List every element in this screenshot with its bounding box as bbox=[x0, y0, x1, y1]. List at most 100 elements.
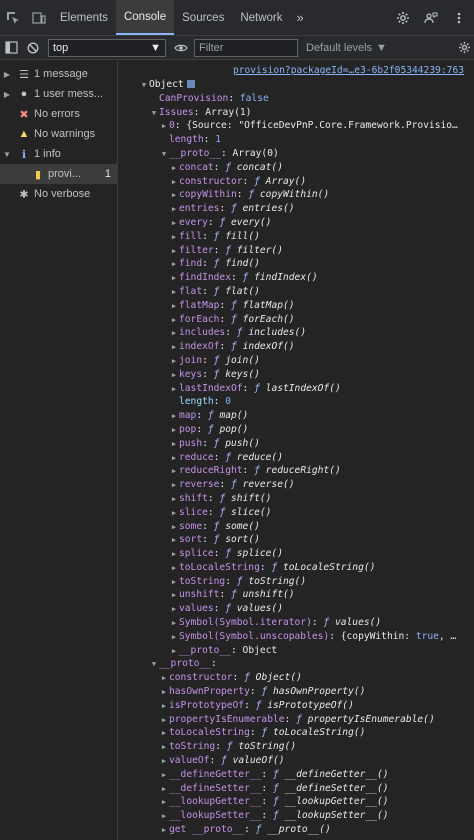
method-row[interactable]: ▶ hasOwnProperty: ƒ hasOwnProperty() bbox=[119, 685, 474, 699]
tab-sources[interactable]: Sources bbox=[174, 0, 232, 35]
method-row[interactable]: ▶ shift: ƒ shift() bbox=[119, 492, 474, 506]
sidebar-item-provision-file[interactable]: ▮ provi... 1 bbox=[0, 164, 117, 184]
expand-arrow-icon[interactable]: ▶ bbox=[159, 672, 169, 686]
method-row[interactable]: ▶ toString: ƒ toString() bbox=[119, 740, 474, 754]
expand-arrow-icon[interactable]: ▶ bbox=[169, 231, 179, 245]
more-options-icon[interactable] bbox=[448, 7, 470, 29]
method-row[interactable]: ▶ valueOf: ƒ valueOf() bbox=[119, 754, 474, 768]
method-row[interactable]: ▶ join: ƒ join() bbox=[119, 354, 474, 368]
method-row[interactable]: ▶ sort: ƒ sort() bbox=[119, 533, 474, 547]
sidebar-toggle-icon[interactable] bbox=[0, 37, 22, 59]
method-row[interactable]: ▶ Symbol(Symbol.iterator): ƒ values() bbox=[119, 616, 474, 630]
expand-arrow-icon[interactable]: ▶ bbox=[169, 176, 179, 190]
method-row[interactable]: ▶ __defineSetter__: ƒ __defineSetter__() bbox=[119, 782, 474, 796]
context-select[interactable]: top ▼ bbox=[48, 38, 166, 57]
expand-arrow-icon[interactable]: ▶ bbox=[169, 424, 179, 438]
tab-elements[interactable]: Elements bbox=[52, 0, 116, 35]
sidebar-item-verbose[interactable]: ✱ No verbose bbox=[0, 184, 117, 204]
source-link[interactable]: provision?packageId=…e3-6b2f05344239:763 bbox=[233, 65, 464, 76]
expand-arrow-icon[interactable]: ▶ bbox=[169, 438, 179, 452]
method-row[interactable]: ▶ reduceRight: ƒ reduceRight() bbox=[119, 464, 474, 478]
inspect-element-icon[interactable] bbox=[0, 0, 26, 35]
expand-arrow-icon[interactable]: ▶ bbox=[169, 576, 179, 590]
method-row[interactable]: ▶ every: ƒ every() bbox=[119, 216, 474, 230]
expand-arrow-icon[interactable]: ▶ bbox=[169, 452, 179, 466]
collapse-arrow-icon[interactable]: ▼ bbox=[149, 658, 159, 672]
collapse-arrow-icon[interactable]: ▼ bbox=[139, 79, 149, 93]
clear-console-icon[interactable] bbox=[22, 37, 44, 59]
expand-arrow-icon[interactable]: ▶ bbox=[169, 341, 179, 355]
expand-arrow-icon[interactable]: ▶ bbox=[159, 769, 169, 783]
method-row[interactable]: ▶ __lookupSetter__: ƒ __lookupSetter__() bbox=[119, 809, 474, 823]
method-row[interactable]: ▶ isPrototypeOf: ƒ isPrototypeOf() bbox=[119, 699, 474, 713]
expand-arrow-icon[interactable]: ▶ bbox=[169, 465, 179, 479]
method-row[interactable]: ▶ lastIndexOf: ƒ lastIndexOf() bbox=[119, 382, 474, 396]
method-row[interactable]: ▶ toLocaleString: ƒ toLocaleString() bbox=[119, 561, 474, 575]
collapse-arrow-icon[interactable]: ▼ bbox=[0, 150, 14, 159]
method-row[interactable]: ▶ toString: ƒ toString() bbox=[119, 575, 474, 589]
expand-arrow-icon[interactable]: ▶ bbox=[169, 617, 179, 631]
expand-arrow-icon[interactable]: ▶ bbox=[169, 314, 179, 328]
method-row[interactable]: ▶ constructor: ƒ Object() bbox=[119, 671, 474, 685]
expand-arrow-icon[interactable]: ▶ bbox=[169, 162, 179, 176]
expand-arrow-icon[interactable]: ▶ bbox=[169, 631, 179, 645]
method-row[interactable]: ▶ findIndex: ƒ findIndex() bbox=[119, 271, 474, 285]
expand-arrow-icon[interactable]: ▶ bbox=[169, 327, 179, 341]
expand-arrow-icon[interactable]: ▶ bbox=[169, 189, 179, 203]
method-row[interactable]: ▶ constructor: ƒ Array() bbox=[119, 175, 474, 189]
expand-arrow-icon[interactable]: ▶ bbox=[169, 603, 179, 617]
object-proto-row[interactable]: ▼ __proto__: bbox=[119, 657, 474, 671]
method-row[interactable]: ▶ entries: ƒ entries() bbox=[119, 202, 474, 216]
expand-arrow-icon[interactable]: ▶ bbox=[169, 507, 179, 521]
method-row[interactable]: ▶ indexOf: ƒ indexOf() bbox=[119, 340, 474, 354]
sidebar-item-user-messages[interactable]: ▶ ● 1 user mess... bbox=[0, 84, 117, 104]
method-row[interactable]: ▶ concat: ƒ concat() bbox=[119, 161, 474, 175]
expand-arrow-icon[interactable]: ▶ bbox=[169, 286, 179, 300]
method-row[interactable]: ▶ flatMap: ƒ flatMap() bbox=[119, 299, 474, 313]
method-row[interactable]: ▶ reduce: ƒ reduce() bbox=[119, 451, 474, 465]
console-settings-gear-icon[interactable] bbox=[454, 41, 474, 54]
method-row[interactable]: ▶ toLocaleString: ƒ toLocaleString() bbox=[119, 726, 474, 740]
expand-arrow-icon[interactable]: ▶ bbox=[169, 217, 179, 231]
expand-arrow-icon[interactable]: ▶ bbox=[159, 783, 169, 797]
expand-arrow-icon[interactable]: ▶ bbox=[169, 493, 179, 507]
expand-arrow-icon[interactable]: ▶ bbox=[169, 258, 179, 272]
expand-arrow-icon[interactable]: ▶ bbox=[169, 479, 179, 493]
tab-console[interactable]: Console bbox=[115, 0, 175, 35]
expand-arrow-icon[interactable]: ▶ bbox=[169, 203, 179, 217]
tab-network[interactable]: Network bbox=[232, 0, 290, 35]
method-row[interactable]: ▶ get __proto__: ƒ __proto__() bbox=[119, 823, 474, 837]
expand-arrow-icon[interactable]: ▶ bbox=[159, 700, 169, 714]
issues-row[interactable]: ▼ Issues: Array(1) bbox=[119, 106, 474, 120]
expand-arrow-icon[interactable]: ▶ bbox=[169, 410, 179, 424]
method-row[interactable]: ▶ pop: ƒ pop() bbox=[119, 423, 474, 437]
method-row[interactable]: ▶ __defineGetter__: ƒ __defineGetter__() bbox=[119, 768, 474, 782]
expand-arrow-icon[interactable]: ▶ bbox=[169, 534, 179, 548]
method-row[interactable]: ▶ propertyIsEnumerable: ƒ propertyIsEnume… bbox=[119, 713, 474, 727]
array-proto-proto-row[interactable]: ▶ __proto__: Object bbox=[119, 644, 474, 658]
issue-item-row[interactable]: ▶ 0: {Source: "OfficeDevPnP.Core.Framewor… bbox=[119, 119, 474, 133]
object-root-row[interactable]: ▼ Object bbox=[119, 78, 474, 92]
unscopables-row[interactable]: ▶ Symbol(Symbol.unscopables): {copyWithin… bbox=[119, 630, 474, 644]
expand-arrow-icon[interactable]: ▶ bbox=[169, 245, 179, 259]
expand-arrow-icon[interactable]: ▶ bbox=[169, 355, 179, 369]
method-row[interactable]: ▶ splice: ƒ splice() bbox=[119, 547, 474, 561]
filter-input[interactable]: Filter bbox=[194, 38, 298, 57]
expand-arrow-icon[interactable]: ▶ bbox=[169, 521, 179, 535]
method-row[interactable]: ▶ filter: ƒ filter() bbox=[119, 244, 474, 258]
expand-arrow-icon[interactable]: ▶ bbox=[0, 70, 14, 79]
expand-arrow-icon[interactable]: ▶ bbox=[159, 810, 169, 824]
method-row[interactable]: ▶ push: ƒ push() bbox=[119, 437, 474, 451]
expand-arrow-icon[interactable]: ▶ bbox=[169, 645, 179, 659]
method-row[interactable]: ▶ copyWithin: ƒ copyWithin() bbox=[119, 188, 474, 202]
expand-arrow-icon[interactable]: ▶ bbox=[169, 548, 179, 562]
method-row[interactable]: ▶ find: ƒ find() bbox=[119, 257, 474, 271]
expand-arrow-icon[interactable]: ▶ bbox=[159, 686, 169, 700]
sidebar-item-messages[interactable]: ▶ ☰ 1 message bbox=[0, 64, 117, 84]
expand-arrow-icon[interactable]: ▶ bbox=[169, 383, 179, 397]
expand-arrow-icon[interactable]: ▶ bbox=[159, 741, 169, 755]
method-row[interactable]: ▶ keys: ƒ keys() bbox=[119, 368, 474, 382]
method-row[interactable]: ▶ flat: ƒ flat() bbox=[119, 285, 474, 299]
sidebar-item-info[interactable]: ▼ ℹ 1 info bbox=[0, 144, 117, 164]
method-row[interactable]: ▶ includes: ƒ includes() bbox=[119, 326, 474, 340]
